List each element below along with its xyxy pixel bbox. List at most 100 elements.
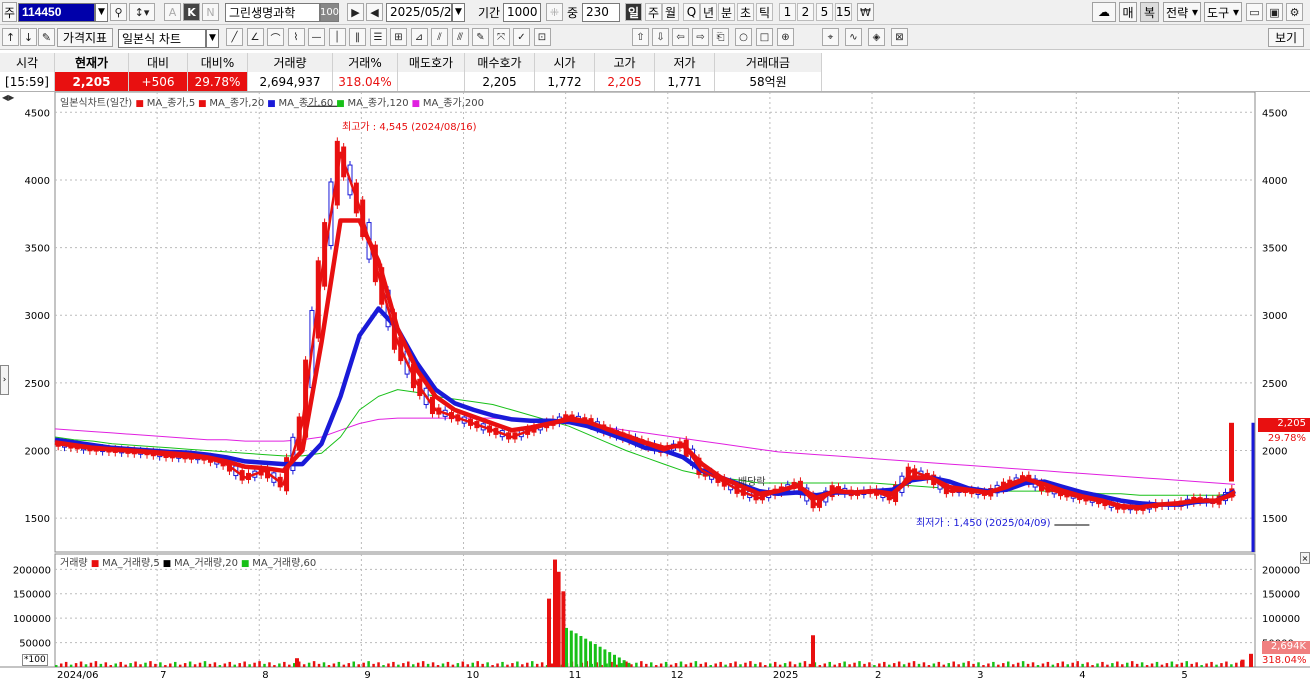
chart-type-select[interactable]: 일본식 차트 <box>118 28 206 48</box>
arrow-up-icon[interactable]: ↑ <box>2 28 19 46</box>
won-icon[interactable]: ₩ <box>857 3 874 21</box>
volume-bar <box>278 663 281 667</box>
adjust-a-button[interactable]: A <box>164 3 181 21</box>
channel-icon[interactable]: ⫽ <box>431 28 448 46</box>
crosshair-icon[interactable]: ⁜ <box>546 3 563 21</box>
cloud-icon[interactable]: ☁ <box>1092 2 1116 22</box>
zoom-icon[interactable]: ⊕ <box>777 28 794 46</box>
stock-code-input[interactable]: 114450 <box>18 2 95 22</box>
price-legend-label-3: MA_종가,120 <box>347 98 409 109</box>
period-input[interactable]: 1000 <box>503 2 541 22</box>
circle-icon[interactable]: ○ <box>735 28 752 46</box>
period-5-button[interactable]: 분 <box>718 3 735 21</box>
arc-icon[interactable]: ⌒ <box>267 28 284 46</box>
horizontal-line-icon[interactable]: — <box>308 28 325 46</box>
volume-bar <box>486 662 489 667</box>
period-7-button[interactable]: 틱 <box>756 3 773 21</box>
close-pane-icon[interactable]: × <box>1300 552 1310 564</box>
quote-header-11: 거래대금 <box>715 53 822 72</box>
volume-legend-label-1: MA_거래량,20 <box>174 558 239 569</box>
grid-icon[interactable]: ⊞ <box>390 28 407 46</box>
erase-icon[interactable]: ⊠ <box>891 28 908 46</box>
fibo-retrace-icon[interactable]: ☰ <box>369 28 387 46</box>
volume-bar <box>1215 664 1218 667</box>
check-icon[interactable]: ✓ <box>513 28 530 46</box>
save-icon[interactable]: ▣ <box>1266 3 1283 21</box>
volume-bar <box>521 664 524 667</box>
cycle-icon[interactable]: ⫻ <box>451 28 469 46</box>
market-selector[interactable]: 주 <box>2 2 17 22</box>
period-8-button[interactable]: 1 <box>779 3 796 21</box>
pencil-icon[interactable]: ✎ <box>472 28 489 46</box>
volume-bar <box>907 662 911 667</box>
parallel-icon[interactable]: ‖ <box>349 28 366 46</box>
volume-bar <box>659 663 663 667</box>
right-arrow-icon[interactable]: ⇨ <box>692 28 709 46</box>
tools-button[interactable]: 도구 ▾ <box>1204 2 1242 22</box>
arrow-down-icon[interactable]: ↓ <box>20 28 37 46</box>
triangle-icon[interactable]: ⊿ <box>410 28 428 46</box>
price-volume-chart[interactable]: 1500 15002000 20002500 25003000 30003500 3500… <box>0 91 1310 689</box>
back-icon[interactable]: ◀ <box>366 3 383 21</box>
k-button[interactable]: K <box>183 3 200 21</box>
play-icon[interactable]: ▶ <box>347 3 364 21</box>
copy-icon[interactable]: ⎗ <box>712 28 729 46</box>
count-input[interactable]: 230 <box>582 2 620 22</box>
view-button[interactable]: 보기 <box>1268 28 1304 47</box>
period-11-button[interactable]: 15 <box>835 3 852 21</box>
volume-bar <box>724 664 727 667</box>
market-label: 주 <box>3 5 16 20</box>
strategy-button[interactable]: 전략 ▾ <box>1163 2 1201 22</box>
edit-icon[interactable]: ✎ <box>38 28 55 46</box>
period-4-button[interactable]: 년 <box>700 3 717 21</box>
volume-bar <box>501 661 504 667</box>
volume-bar <box>327 665 331 667</box>
target-icon[interactable]: ⌖ <box>822 28 839 46</box>
quote-value-4: 2,694,937 <box>248 72 333 91</box>
vertical-line-icon[interactable]: │ <box>328 28 346 46</box>
date-field[interactable]: 2025/05/21 <box>386 2 459 22</box>
period-3-button[interactable]: Q <box>683 3 700 21</box>
up-arrow-icon[interactable]: ⇧ <box>632 28 649 46</box>
settings-icon[interactable]: ⚙ <box>1286 3 1303 21</box>
search-icon[interactable]: ⚲ <box>110 3 127 21</box>
period-1-button[interactable]: 주 <box>645 3 662 21</box>
drawing-toolbar: ↑ ↓ ✎ 가격지표 일본식 차트 ▼ ╱ ∠ ⌒ ⌇ — │ ‖ ☰ ⊞ ⊿ ⫽ ⫻ ✎ ⤧ ✓ ⊡ ⇧ ⇩ ⇦ ⇨… <box>0 25 1310 50</box>
diamond-icon[interactable]: ◈ <box>868 28 885 46</box>
wave-icon[interactable]: ∿ <box>845 28 862 46</box>
multi-button[interactable]: 복 <box>1140 2 1159 22</box>
chart-type-dropdown-icon[interactable]: ▼ <box>206 28 219 48</box>
crosshair-icon[interactable]: ⤧ <box>492 28 510 46</box>
scroll-arrows-icon[interactable]: ◀▶ <box>2 93 14 102</box>
code-dropdown-button[interactable]: ▼ <box>95 2 108 22</box>
folder-icon[interactable]: ▭ <box>1246 3 1263 21</box>
period-9-button[interactable]: 2 <box>797 3 814 21</box>
sort-icon[interactable]: ↕▾ <box>129 3 155 21</box>
box-zoom-icon[interactable]: ⊡ <box>533 28 551 46</box>
period-0-button[interactable]: 일 <box>625 3 642 21</box>
quote-value-0: [15:59] <box>0 72 55 91</box>
left-arrow-icon[interactable]: ⇦ <box>672 28 689 46</box>
volume-bar <box>957 664 960 667</box>
angle-icon[interactable]: ∠ <box>246 28 264 46</box>
quote-header-7: 매수호가 <box>465 53 535 72</box>
buy-button[interactable]: 매 <box>1119 2 1137 22</box>
down-arrow-icon[interactable]: ⇩ <box>652 28 669 46</box>
calendar-dropdown-icon[interactable]: ▼ <box>452 2 465 22</box>
trendline-icon[interactable]: ╱ <box>226 28 243 46</box>
rectangle-icon[interactable]: □ <box>756 28 773 46</box>
volume-legend-label-2: MA_거래량,60 <box>252 558 317 569</box>
period-2-button[interactable]: 월 <box>662 3 679 21</box>
series-line-ma60 <box>54 306 1237 507</box>
x-tick-11: 5 <box>1181 670 1187 681</box>
zoom-field[interactable]: 100 <box>320 2 339 22</box>
volume-bar <box>1121 664 1124 667</box>
price-indicator-button[interactable]: 가격지표 <box>57 28 113 47</box>
fan-icon[interactable]: ⌇ <box>287 28 305 46</box>
period-6-button[interactable]: 초 <box>737 3 754 21</box>
period-10-button[interactable]: 5 <box>816 3 833 21</box>
n-button[interactable]: N <box>202 3 219 21</box>
expand-left-icon[interactable]: › <box>0 365 9 395</box>
volume-bar <box>104 662 108 667</box>
stock-name-field[interactable]: 그린생명과학 <box>225 2 320 22</box>
